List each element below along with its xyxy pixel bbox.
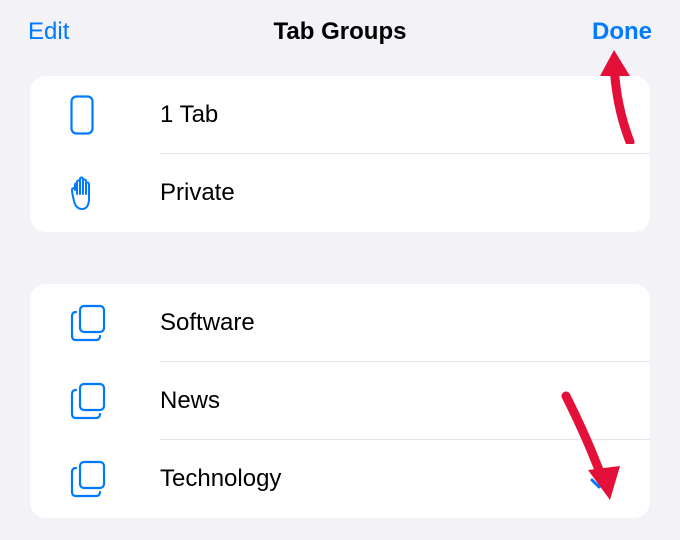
section-groups: Software News Technology	[30, 284, 650, 518]
square-on-square-icon	[70, 304, 126, 342]
row-news[interactable]: News	[30, 362, 650, 440]
row-1-tab[interactable]: 1 Tab	[30, 76, 650, 154]
row-label: Private	[160, 179, 620, 207]
row-technology[interactable]: Technology	[30, 440, 650, 518]
square-on-square-icon	[70, 382, 126, 420]
row-software[interactable]: Software	[30, 284, 650, 362]
row-label: Software	[160, 309, 620, 337]
checkmark-icon	[586, 467, 620, 491]
device-iphone-icon	[70, 95, 126, 135]
section-default: 1 Tab Private	[30, 76, 650, 232]
edit-button[interactable]: Edit	[28, 18, 69, 46]
row-label: 1 Tab	[160, 101, 620, 129]
row-private[interactable]: Private	[30, 154, 650, 232]
row-label: Technology	[160, 465, 586, 493]
square-on-square-icon	[70, 460, 126, 498]
done-button[interactable]: Done	[592, 18, 652, 46]
row-label: News	[160, 387, 620, 415]
header-bar: Edit Tab Groups Done	[0, 0, 680, 76]
page-title: Tab Groups	[274, 18, 407, 46]
hand-raised-icon	[70, 174, 126, 212]
